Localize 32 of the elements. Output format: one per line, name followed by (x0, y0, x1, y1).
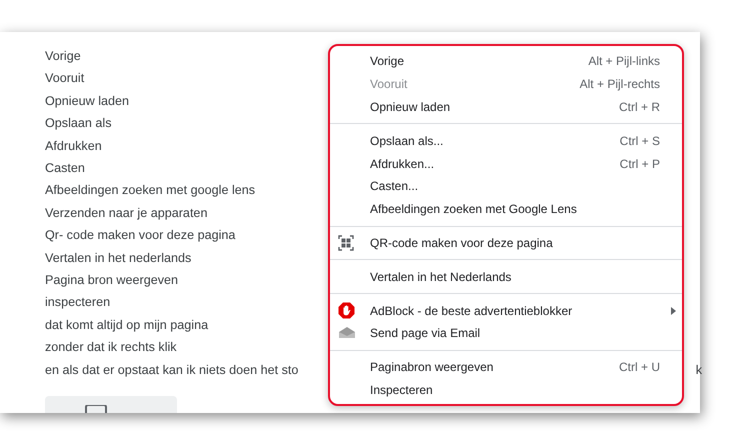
menu-item[interactable]: AdBlock - de beste advertentieblokker (330, 299, 682, 322)
menu-item[interactable]: Afdrukken... Ctrl + P (330, 152, 682, 175)
menu-item[interactable]: Vorige Alt + Pijl-links (330, 50, 682, 73)
page-text: dat komt altijd op mijn pagina (45, 316, 208, 334)
menu-item[interactable]: Afbeeldingen zoeken met Google Lens (330, 198, 682, 221)
page-text: Pagina bron weergeven (45, 272, 178, 290)
envelope-icon (338, 326, 356, 340)
page-text: Afdrukken (45, 138, 102, 155)
menu-item[interactable]: Opnieuw laden Ctrl + R (330, 96, 682, 118)
qr-code-icon (338, 234, 354, 251)
page-text: Opslaan als (45, 115, 112, 132)
menu-item[interactable]: Vertalen in het Nederlands (330, 265, 682, 288)
menu-item[interactable]: Inspecteren (330, 378, 682, 402)
page-text: Opnieuw laden (45, 92, 130, 110)
document-icon (85, 405, 107, 413)
page-text: inspecteren (45, 294, 110, 312)
page-text: Vooruit (45, 70, 84, 88)
page-text: Vorige (45, 48, 81, 65)
menu-item[interactable]: Send page via Email (330, 322, 682, 345)
menu-item[interactable]: Opslaan als... Ctrl + S (330, 129, 682, 152)
stop-hand-icon (338, 302, 355, 320)
page-text: Verzenden naar je apparaten (45, 204, 208, 222)
page-text: Qr- code maken voor deze pagina (45, 227, 236, 244)
page-text: Afbeeldingen zoeken met google lens (45, 182, 256, 200)
menu-item[interactable]: QR-code maken voor deze pagina (330, 232, 682, 254)
menu-item[interactable]: Paginabron weergeven Ctrl + U (330, 356, 682, 379)
page-text: Casten (45, 160, 85, 178)
page-text: zonder dat ik rechts klik (45, 339, 177, 356)
menu-item[interactable]: Casten... (330, 174, 682, 198)
page-text: Vertalen in het nederlands (45, 250, 192, 267)
page-text: k (696, 362, 702, 379)
page-text: en als dat er opstaat kan ik niets doen het sto (45, 362, 298, 379)
